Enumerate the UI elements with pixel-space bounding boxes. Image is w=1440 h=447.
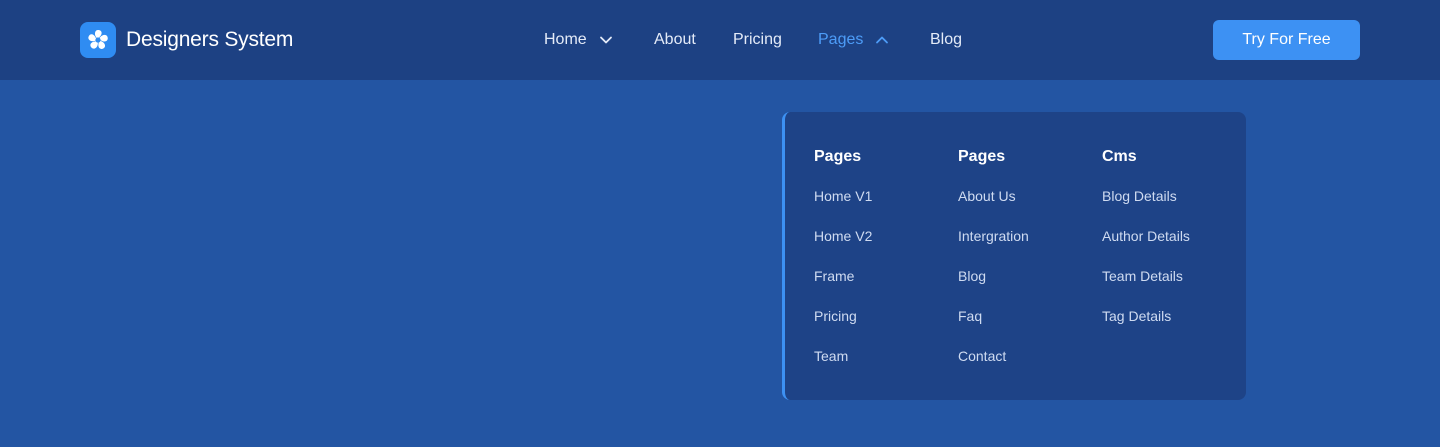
chevron-down-icon: [599, 35, 613, 45]
nav-item-label: Blog: [930, 31, 963, 48]
swirl-logo-icon: [80, 22, 116, 58]
nav-item-about[interactable]: About: [654, 0, 696, 80]
dropdown-link-frame[interactable]: Frame: [814, 268, 954, 308]
dropdown-link-list: Home V1 Home V2 Frame Pricing Team: [814, 188, 954, 388]
dropdown-column-heading: Cms: [1102, 148, 1137, 165]
dropdown-link-team-details[interactable]: Team Details: [1102, 268, 1242, 308]
nav-item-pricing[interactable]: Pricing: [733, 0, 782, 80]
try-for-free-button[interactable]: Try For Free: [1213, 20, 1360, 60]
dropdown-column-heading: Pages: [814, 148, 862, 165]
dropdown-link-team[interactable]: Team: [814, 348, 954, 388]
nav-item-label: Home: [544, 31, 587, 48]
dropdown-link-contact[interactable]: Contact: [958, 348, 1098, 388]
dropdown-link-about-us[interactable]: About Us: [958, 188, 1098, 228]
pages-dropdown-menu: Pages Home V1 Home V2 Frame Pricing Team…: [782, 112, 1246, 400]
nav-item-label: About: [654, 31, 696, 48]
dropdown-link-list: About Us Intergration Blog Faq Contact: [958, 188, 1098, 388]
dropdown-column-pages: Pages Home V1 Home V2 Frame Pricing Team: [814, 148, 954, 388]
nav-item-home[interactable]: Home: [544, 0, 613, 80]
dropdown-link-blog[interactable]: Blog: [958, 268, 1098, 308]
brand-name: Designers System: [126, 28, 294, 51]
dropdown-link-author-details[interactable]: Author Details: [1102, 228, 1242, 268]
brand-logo-link[interactable]: Designers System: [80, 22, 293, 58]
nav-item-label: Pages: [818, 31, 864, 48]
nav-item-label: Pricing: [733, 31, 782, 48]
dropdown-column-cms: Cms Blog Details Author Details Team Det…: [1102, 148, 1242, 348]
dropdown-link-blog-details[interactable]: Blog Details: [1102, 188, 1242, 228]
top-navbar: Designers System Home About Pricing Page…: [0, 0, 1440, 80]
dropdown-link-integration[interactable]: Intergration: [958, 228, 1098, 268]
dropdown-link-list: Blog Details Author Details Team Details…: [1102, 188, 1242, 348]
dropdown-link-pricing[interactable]: Pricing: [814, 308, 954, 348]
dropdown-column-heading: Pages: [958, 148, 1006, 165]
nav-item-blog[interactable]: Blog: [930, 0, 962, 80]
dropdown-link-tag-details[interactable]: Tag Details: [1102, 308, 1242, 348]
dropdown-link-home-v2[interactable]: Home V2: [814, 228, 954, 268]
dropdown-link-faq[interactable]: Faq: [958, 308, 1098, 348]
dropdown-column-pages-2: Pages About Us Intergration Blog Faq Con…: [958, 148, 1098, 388]
nav-item-pages[interactable]: Pages: [818, 0, 889, 80]
dropdown-link-home-v1[interactable]: Home V1: [814, 188, 954, 228]
chevron-up-icon: [875, 35, 889, 45]
